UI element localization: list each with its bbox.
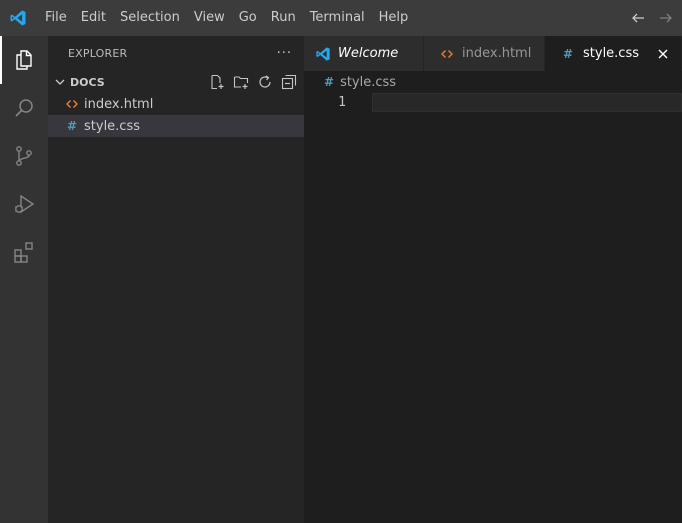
tab-label: index.html bbox=[462, 46, 532, 61]
tab-label: Welcome bbox=[338, 46, 399, 61]
folder-section-header[interactable]: DOCS bbox=[48, 71, 304, 93]
tab-index-html[interactable]: index.html bbox=[424, 36, 545, 71]
tab-style-css[interactable]: # style.css bbox=[545, 36, 682, 71]
css-file-icon: # bbox=[562, 46, 574, 61]
arrow-left-icon[interactable] bbox=[630, 10, 646, 26]
file-label: index.html bbox=[84, 96, 154, 112]
file-item-style-css[interactable]: # style.css bbox=[48, 115, 304, 137]
file-label: style.css bbox=[84, 118, 140, 134]
explorer-header: EXPLORER ··· bbox=[48, 36, 304, 71]
menu-edit[interactable]: Edit bbox=[74, 0, 113, 36]
editor-tabs: Welcome index.html # style.css bbox=[304, 36, 682, 71]
css-file-icon: # bbox=[324, 75, 335, 89]
menu-run[interactable]: Run bbox=[264, 0, 303, 36]
menu-bar: File Edit Selection View Go Run Terminal… bbox=[38, 0, 415, 36]
activity-bar bbox=[0, 36, 48, 523]
new-file-icon[interactable] bbox=[208, 73, 226, 91]
line-number: 1 bbox=[338, 95, 346, 110]
menu-terminal[interactable]: Terminal bbox=[303, 0, 372, 36]
files-icon[interactable] bbox=[0, 36, 48, 84]
menu-selection[interactable]: Selection bbox=[113, 0, 187, 36]
breadcrumb: # style.css bbox=[304, 71, 682, 93]
explorer-sidebar: EXPLORER ··· DOCS index.html # style.css bbox=[48, 36, 304, 523]
run-debug-icon[interactable] bbox=[0, 180, 48, 228]
editor-line[interactable]: 1 bbox=[304, 93, 682, 112]
tab-welcome[interactable]: Welcome bbox=[304, 36, 424, 71]
current-line-highlight bbox=[372, 93, 682, 112]
vscode-logo-icon bbox=[314, 46, 332, 62]
source-control-icon[interactable] bbox=[0, 132, 48, 180]
code-editor[interactable]: 1 bbox=[304, 93, 682, 523]
new-folder-icon[interactable] bbox=[232, 73, 250, 91]
breadcrumb-item[interactable]: style.css bbox=[340, 75, 396, 90]
refresh-icon[interactable] bbox=[256, 73, 274, 91]
explorer-title: EXPLORER bbox=[68, 47, 128, 60]
search-icon[interactable] bbox=[0, 84, 48, 132]
tab-label: style.css bbox=[583, 46, 639, 61]
more-actions-icon[interactable]: ··· bbox=[277, 46, 292, 61]
vscode-logo-icon bbox=[0, 0, 36, 36]
html-file-icon bbox=[438, 48, 456, 60]
close-icon[interactable] bbox=[655, 46, 671, 62]
title-bar: File Edit Selection View Go Run Terminal… bbox=[0, 0, 682, 36]
css-file-icon: # bbox=[66, 119, 78, 133]
menu-view[interactable]: View bbox=[187, 0, 232, 36]
arrow-right-icon[interactable] bbox=[658, 10, 674, 26]
chevron-down-icon bbox=[52, 74, 68, 90]
collapse-all-icon[interactable] bbox=[280, 73, 298, 91]
menu-help[interactable]: Help bbox=[372, 0, 416, 36]
extensions-icon[interactable] bbox=[0, 228, 48, 276]
menu-go[interactable]: Go bbox=[232, 0, 264, 36]
file-item-index-html[interactable]: index.html bbox=[48, 93, 304, 115]
menu-file[interactable]: File bbox=[38, 0, 74, 36]
folder-name: DOCS bbox=[70, 75, 105, 89]
html-file-icon bbox=[64, 93, 80, 115]
